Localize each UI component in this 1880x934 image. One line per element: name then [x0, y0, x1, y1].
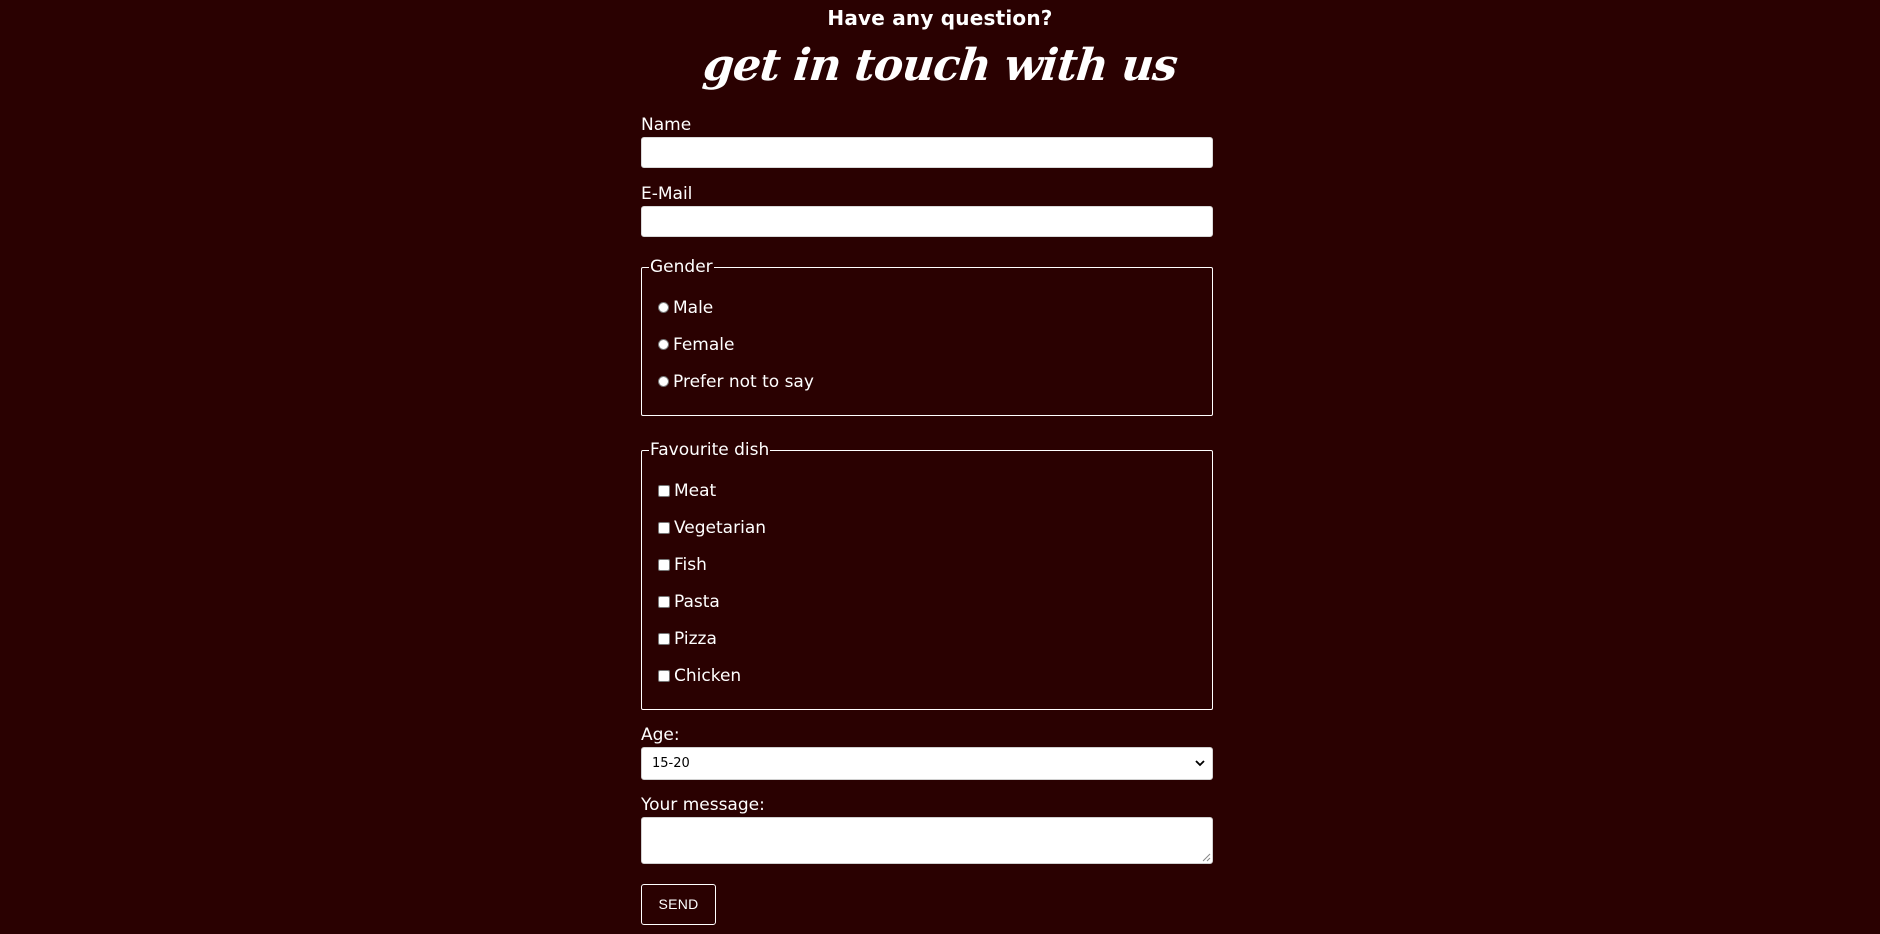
gender-option-female[interactable]: Female — [652, 326, 1202, 363]
contact-form: Name E-Mail Gender Male Female Prefer no… — [641, 114, 1213, 925]
dish-option-label: Vegetarian — [674, 517, 767, 538]
dish-option-meat[interactable]: Meat — [652, 472, 1202, 509]
name-field-group: Name — [641, 114, 1213, 168]
dish-option-vegetarian[interactable]: Vegetarian — [652, 509, 1202, 546]
email-field-group: E-Mail — [641, 183, 1213, 237]
radio-button[interactable] — [658, 302, 669, 313]
gender-option-male[interactable]: Male — [652, 289, 1202, 326]
message-textarea[interactable] — [641, 817, 1213, 864]
email-label: E-Mail — [641, 184, 693, 204]
gender-fieldset: Gender Male Female Prefer not to say — [641, 257, 1213, 416]
dish-option-pasta[interactable]: Pasta — [652, 583, 1202, 620]
page-title: get in touch with us — [700, 40, 1180, 91]
dish-option-label: Pasta — [674, 591, 720, 612]
checkbox[interactable] — [658, 484, 670, 497]
dish-option-label: Meat — [674, 480, 717, 501]
dish-option-fish[interactable]: Fish — [652, 546, 1202, 583]
gender-option-prefer-not-to-say[interactable]: Prefer not to say — [652, 363, 1202, 400]
send-button[interactable]: SEND — [641, 884, 716, 925]
email-input[interactable] — [641, 206, 1213, 237]
dish-option-label: Pizza — [674, 628, 717, 649]
chevron-down-icon — [1195, 760, 1205, 767]
dish-option-label: Fish — [674, 554, 707, 575]
gender-option-label: Prefer not to say — [673, 371, 814, 392]
name-input[interactable] — [641, 137, 1213, 168]
radio-button[interactable] — [658, 339, 669, 350]
checkbox[interactable] — [658, 632, 670, 645]
favourite-dish-legend: Favourite dish — [650, 440, 770, 460]
dish-option-chicken[interactable]: Chicken — [652, 657, 1202, 694]
checkbox[interactable] — [658, 669, 670, 682]
radio-button[interactable] — [658, 376, 669, 387]
age-select[interactable]: 15-20 — [641, 747, 1213, 780]
age-field-group: Age: 15-20 — [641, 724, 1213, 780]
name-label: Name — [641, 115, 692, 135]
gender-option-label: Male — [673, 297, 714, 318]
message-field-group: Your message: — [641, 794, 1213, 864]
age-selected-value: 15-20 — [652, 756, 690, 771]
checkbox[interactable] — [658, 595, 670, 608]
favourite-dish-fieldset: Favourite dish Meat Vegetarian Fish Past… — [641, 440, 1213, 710]
resize-handle-icon[interactable] — [1202, 853, 1211, 862]
dish-option-label: Chicken — [674, 665, 742, 686]
page-kicker: Have any question? — [827, 6, 1053, 30]
gender-legend: Gender — [650, 257, 713, 277]
age-label: Age: — [641, 725, 680, 745]
message-label: Your message: — [641, 795, 765, 815]
gender-option-label: Female — [673, 334, 735, 355]
checkbox[interactable] — [658, 521, 670, 534]
checkbox[interactable] — [658, 558, 670, 571]
dish-option-pizza[interactable]: Pizza — [652, 620, 1202, 657]
contact-page: Have any question? get in touch with us … — [0, 0, 1880, 934]
